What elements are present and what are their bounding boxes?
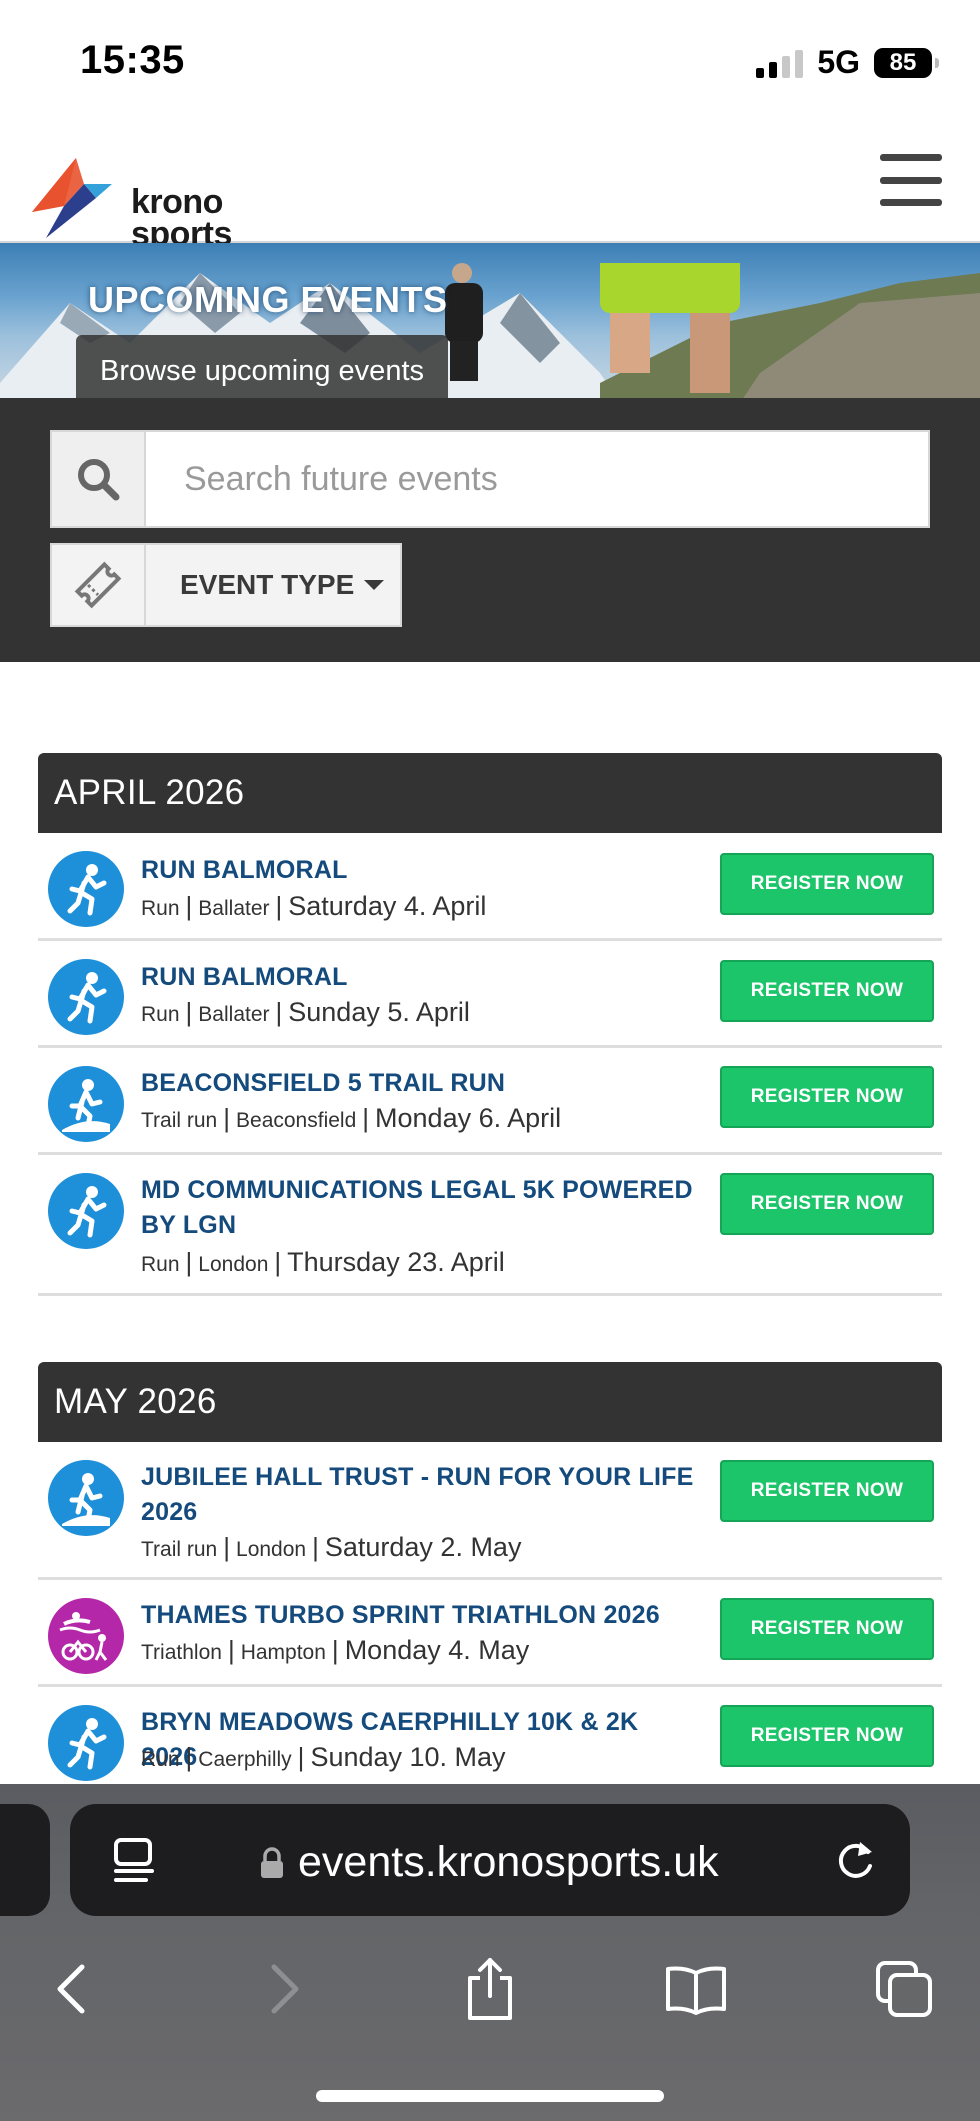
event-type: Trail run [141,1538,218,1561]
event-date: Thursday 23. April [287,1247,505,1277]
event-title[interactable]: JUBILEE HALL TRUST - RUN FOR YOUR LIFE 2… [141,1460,701,1530]
event-date: Monday 6. April [375,1103,562,1133]
home-indicator [316,2090,664,2102]
status-bar: 15:35 5G 85 [0,0,980,130]
ticket-icon-box [52,545,146,625]
event-row[interactable]: BEACONSFIELD 5 TRAIL RUN Trail run | Beaco… [38,1048,942,1155]
event-location: Ballater [198,897,270,920]
event-meta: Run | Ballater | Sunday 5. April [141,997,470,1027]
trail-runner-icon [48,1460,124,1536]
hamburger-icon[interactable] [880,152,942,208]
search-icon [78,459,120,501]
event-row[interactable]: RUN BALMORAL Run | Ballater | Sunday 5. Apri… [38,941,942,1048]
event-title[interactable]: MD COMMUNICATIONS LEGAL 5K POWERED BY LG… [141,1173,701,1243]
logo-line1: krono [131,183,223,221]
event-meta: Trail run | Beaconsfield | Monday 6. April [141,1103,562,1133]
search-bar [50,430,930,528]
event-type-dropdown[interactable]: EVENT TYPE [146,545,400,625]
event-row[interactable]: THAMES TURBO SPRINT TRIATHLON 2026 Triat… [38,1580,942,1687]
month-header-april: APRIL 2026 [38,753,942,833]
url-text: events.kronosports.uk [298,1838,719,1886]
forward-icon[interactable] [244,1949,324,2029]
network-label: 5G [817,44,860,80]
event-location: London [236,1538,307,1561]
event-meta: Trail run | London | Saturday 2. May [141,1532,522,1562]
reader-mode-icon[interactable] [112,1838,156,1889]
event-row[interactable]: JUBILEE HALL TRUST - RUN FOR YOUR LIFE 2… [38,1442,942,1580]
search-button[interactable] [52,432,146,526]
event-type: Triathlon [141,1641,222,1664]
ticket-icon [74,561,122,609]
lock-icon [261,1846,283,1878]
register-now-button[interactable]: REGISTER NOW [720,960,934,1022]
krono-sports-logo[interactable]: krono sports [24,154,232,251]
register-now-button[interactable]: REGISTER NOW [720,1066,934,1128]
status-indicators: 5G 85 [756,44,939,81]
event-location: Beaconsfield [236,1109,357,1132]
logo-mark-icon [32,158,112,238]
register-now-button[interactable]: REGISTER NOW [720,1705,934,1767]
event-title[interactable]: RUN BALMORAL [141,853,701,888]
hero-title: UPCOMING EVENTS [88,279,448,320]
trail-runner-icon [48,1066,124,1142]
event-title[interactable]: BEACONSFIELD 5 TRAIL RUN [141,1066,701,1101]
share-icon[interactable] [450,1949,530,2029]
status-time: 15:35 [80,38,185,82]
event-type: Run [141,897,180,920]
event-row[interactable]: MD COMMUNICATIONS LEGAL 5K POWERED BY LG… [38,1155,942,1296]
event-row[interactable]: RUN BALMORAL Run | Ballater | Saturday 4. Ap… [38,833,942,941]
search-panel: EVENT TYPE [0,398,980,662]
battery-level: 85 [889,48,917,76]
triathlon-icon [48,1598,124,1674]
event-type: Run [141,1253,180,1276]
event-row[interactable]: BRYN MEADOWS CAERPHILLY 10K & 2K 2026 Ru… [38,1687,942,1794]
runner-icon [48,1173,124,1249]
register-now-button[interactable]: REGISTER NOW [720,1460,934,1522]
register-now-button[interactable]: REGISTER NOW [720,1598,934,1660]
event-meta: Run | London | Thursday 23. April [141,1247,505,1277]
event-title[interactable]: THAMES TURBO SPRINT TRIATHLON 2026 [141,1598,701,1633]
caret-down-icon [364,580,385,590]
address-bar[interactable]: events.kronosports.uk [70,1804,910,1916]
month-header-may: MAY 2026 [38,1362,942,1442]
event-type: Trail run [141,1109,218,1132]
browser-nav-row [0,1949,980,2029]
event-meta: Run | Caerphilly | Sunday 10. May [141,1742,506,1772]
bookmarks-icon[interactable] [656,1949,736,2029]
tabs-icon[interactable] [864,1949,944,2029]
event-title[interactable]: RUN BALMORAL [141,960,701,995]
register-now-button[interactable]: REGISTER NOW [720,853,934,915]
event-meta: Run | Ballater | Saturday 4. April [141,891,487,921]
hero-banner: UPCOMING EVENTS Browse upcoming events [0,243,980,398]
event-type: Run [141,1003,180,1026]
event-date: Saturday 2. May [324,1532,522,1562]
previous-tab-peek[interactable] [0,1804,50,1916]
event-date: Sunday 5. April [288,997,470,1027]
event-location: Ballater [198,1003,270,1026]
signal-icon [756,48,804,78]
logo-text: krono sports [131,183,232,251]
event-location: Caerphilly [198,1748,292,1771]
event-type: Run [141,1748,180,1771]
event-location: Hampton [240,1641,326,1664]
register-now-button[interactable]: REGISTER NOW [720,1173,934,1235]
reload-icon[interactable] [832,1836,878,1889]
browser-toolbar: events.kronosports.uk [0,1784,980,2121]
back-icon[interactable] [32,1949,112,2029]
battery-icon: 85 [874,47,939,78]
search-input[interactable] [146,432,928,526]
event-date: Monday 4. May [344,1635,530,1665]
runner-icon [48,851,124,927]
runner-icon [48,1705,124,1781]
event-date: Saturday 4. April [288,891,487,921]
hero-subtitle: Browse upcoming events [100,355,424,387]
event-type-filter[interactable]: EVENT TYPE [50,543,402,627]
event-date: Sunday 10. May [310,1742,506,1772]
runner-icon [48,959,124,1035]
site-header: krono sports [0,130,980,251]
url-display[interactable]: events.kronosports.uk [260,1838,719,1887]
event-meta: Triathlon | Hampton | Monday 4. May [141,1635,530,1665]
event-type-label: EVENT TYPE [180,569,355,600]
event-location: London [198,1253,269,1276]
